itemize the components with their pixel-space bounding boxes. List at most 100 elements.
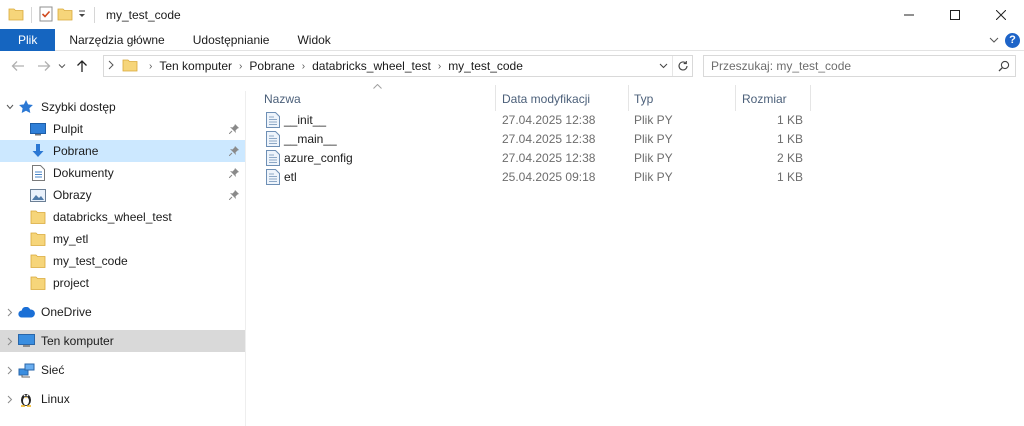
- search-box[interactable]: Przeszukaj: my_test_code: [703, 55, 1016, 77]
- pin-icon[interactable]: [228, 189, 239, 203]
- chevron-right-icon[interactable]: [3, 337, 17, 346]
- sidebar-item-documents[interactable]: Dokumenty: [0, 162, 245, 184]
- close-button[interactable]: [978, 0, 1024, 30]
- file-modified: 25.04.2025 09:18: [502, 169, 596, 184]
- chevron-right-icon[interactable]: [3, 395, 17, 404]
- breadcrumb-downloads[interactable]: Pobrane: [249, 59, 294, 73]
- cloud-icon: [17, 304, 35, 320]
- minimize-button[interactable]: [886, 0, 932, 30]
- sidebar-item-onedrive[interactable]: OneDrive: [0, 301, 245, 323]
- chevron-right-icon[interactable]: ›: [302, 61, 305, 72]
- sidebar-item-pictures[interactable]: Obrazy: [0, 184, 245, 206]
- column-header-type[interactable]: Typ: [634, 87, 734, 111]
- python-file-icon: [266, 148, 280, 167]
- table-row[interactable]: __init__ 27.04.2025 12:38 Plik PY 1 KB: [247, 110, 1024, 129]
- table-row[interactable]: azure_config 27.04.2025 12:38 Plik PY 2 …: [247, 148, 1024, 167]
- table-row[interactable]: __main__ 27.04.2025 12:38 Plik PY 1 KB: [247, 129, 1024, 148]
- forward-button[interactable]: [34, 55, 54, 77]
- tab-home[interactable]: Narzędzia główne: [55, 29, 178, 51]
- recent-locations-button[interactable]: [56, 55, 68, 77]
- column-header-name[interactable]: Nazwa: [264, 87, 494, 111]
- tab-file[interactable]: Plik: [0, 28, 56, 51]
- back-button[interactable]: [8, 55, 28, 77]
- chevron-right-icon[interactable]: ›: [438, 61, 441, 72]
- back-arrow-icon: [11, 61, 24, 71]
- address-bar[interactable]: › Ten komputer › Pobrane › databricks_wh…: [103, 55, 693, 77]
- search-icon[interactable]: [993, 60, 1015, 72]
- search-input[interactable]: Przeszukaj: my_test_code: [711, 59, 993, 73]
- column-divider[interactable]: [810, 85, 811, 111]
- column-header-size[interactable]: Rozmiar: [742, 87, 812, 111]
- file-name: etl: [284, 169, 297, 184]
- address-history-dropdown[interactable]: [654, 63, 672, 69]
- pin-icon[interactable]: [228, 167, 239, 181]
- column-header-modified[interactable]: Data modyfikacji: [502, 87, 627, 111]
- sidebar-item-my-test-code[interactable]: my_test_code: [0, 250, 245, 272]
- folder-icon: [29, 275, 47, 291]
- file-size: 1 KB: [776, 112, 803, 127]
- folder-icon[interactable]: [8, 7, 24, 24]
- pin-icon[interactable]: [228, 145, 239, 159]
- navigation-pane: Szybki dostęp Pulpit Pobrane Dokumenty O…: [0, 91, 246, 426]
- file-size: 1 KB: [776, 169, 803, 184]
- sidebar-item-label: Sieć: [41, 363, 65, 377]
- window-title: my_test_code: [106, 8, 181, 22]
- tab-view[interactable]: Widok: [283, 29, 344, 51]
- new-folder-icon[interactable]: [57, 7, 73, 24]
- help-icon[interactable]: ?: [1005, 32, 1020, 48]
- sidebar-item-project[interactable]: project: [0, 272, 245, 294]
- customize-dropdown-icon[interactable]: [77, 8, 87, 23]
- sidebar-item-quick-access[interactable]: Szybki dostęp: [0, 96, 245, 118]
- chevron-down-icon[interactable]: [3, 104, 17, 110]
- toolbar-separator: [31, 7, 32, 23]
- tab-share[interactable]: Udostępnianie: [179, 29, 284, 51]
- file-name: azure_config: [284, 150, 353, 165]
- expand-ribbon-icon[interactable]: [989, 33, 999, 47]
- file-name: __init__: [284, 112, 327, 127]
- breadcrumb-databricks-wheel-test[interactable]: databricks_wheel_test: [312, 59, 431, 73]
- sidebar-item-label: Pobrane: [53, 144, 99, 158]
- sidebar-item-desktop[interactable]: Pulpit: [0, 118, 245, 140]
- maximize-button[interactable]: [932, 0, 978, 30]
- sidebar-item-label: Pulpit: [53, 122, 84, 136]
- chevron-right-icon[interactable]: [3, 366, 17, 375]
- file-modified: 27.04.2025 12:38: [502, 150, 596, 165]
- breadcrumb-my-test-code[interactable]: my_test_code: [448, 59, 523, 73]
- sidebar-item-this-pc[interactable]: Ten komputer: [0, 330, 245, 352]
- quick-access-toolbar: [8, 6, 98, 25]
- chevron-down-icon: [659, 63, 667, 69]
- column-divider[interactable]: [735, 85, 736, 111]
- close-icon: [996, 10, 1006, 20]
- pin-icon[interactable]: [228, 123, 239, 137]
- sidebar-item-label: Ten komputer: [41, 334, 114, 348]
- sidebar-item-label: my_etl: [53, 232, 89, 246]
- sidebar-item-downloads[interactable]: Pobrane: [0, 140, 245, 162]
- up-button[interactable]: [72, 55, 92, 77]
- file-name: __main__: [284, 131, 337, 146]
- breadcrumb: › Ten komputer › Pobrane › databricks_wh…: [142, 59, 523, 73]
- file-size: 2 KB: [776, 150, 803, 165]
- sidebar-item-label: Linux: [41, 392, 70, 406]
- chevron-right-icon[interactable]: [3, 308, 17, 317]
- breadcrumb-this-pc[interactable]: Ten komputer: [159, 59, 232, 73]
- folder-icon: [29, 231, 47, 247]
- file-modified: 27.04.2025 12:38: [502, 112, 596, 127]
- refresh-button[interactable]: [672, 56, 692, 76]
- sidebar-item-my-etl[interactable]: my_etl: [0, 228, 245, 250]
- folder-icon: [122, 58, 138, 75]
- sidebar-item-label: Dokumenty: [53, 166, 114, 180]
- chevron-right-icon[interactable]: ›: [239, 61, 242, 72]
- documents-icon: [29, 165, 47, 181]
- sidebar-item-label: project: [53, 276, 90, 290]
- sidebar-item-linux[interactable]: Linux: [0, 388, 245, 410]
- table-row[interactable]: etl 25.04.2025 09:18 Plik PY 1 KB: [247, 167, 1024, 186]
- chevron-right-icon: [108, 59, 114, 73]
- column-divider[interactable]: [628, 85, 629, 111]
- pictures-icon: [29, 187, 47, 203]
- properties-checkmark-icon[interactable]: [39, 6, 53, 25]
- sidebar-item-databricks-wheel-test[interactable]: databricks_wheel_test: [0, 206, 245, 228]
- column-divider[interactable]: [495, 85, 496, 111]
- file-type: Plik PY: [634, 150, 673, 165]
- sidebar-item-network[interactable]: Sieć: [0, 359, 245, 381]
- file-size: 1 KB: [776, 131, 803, 146]
